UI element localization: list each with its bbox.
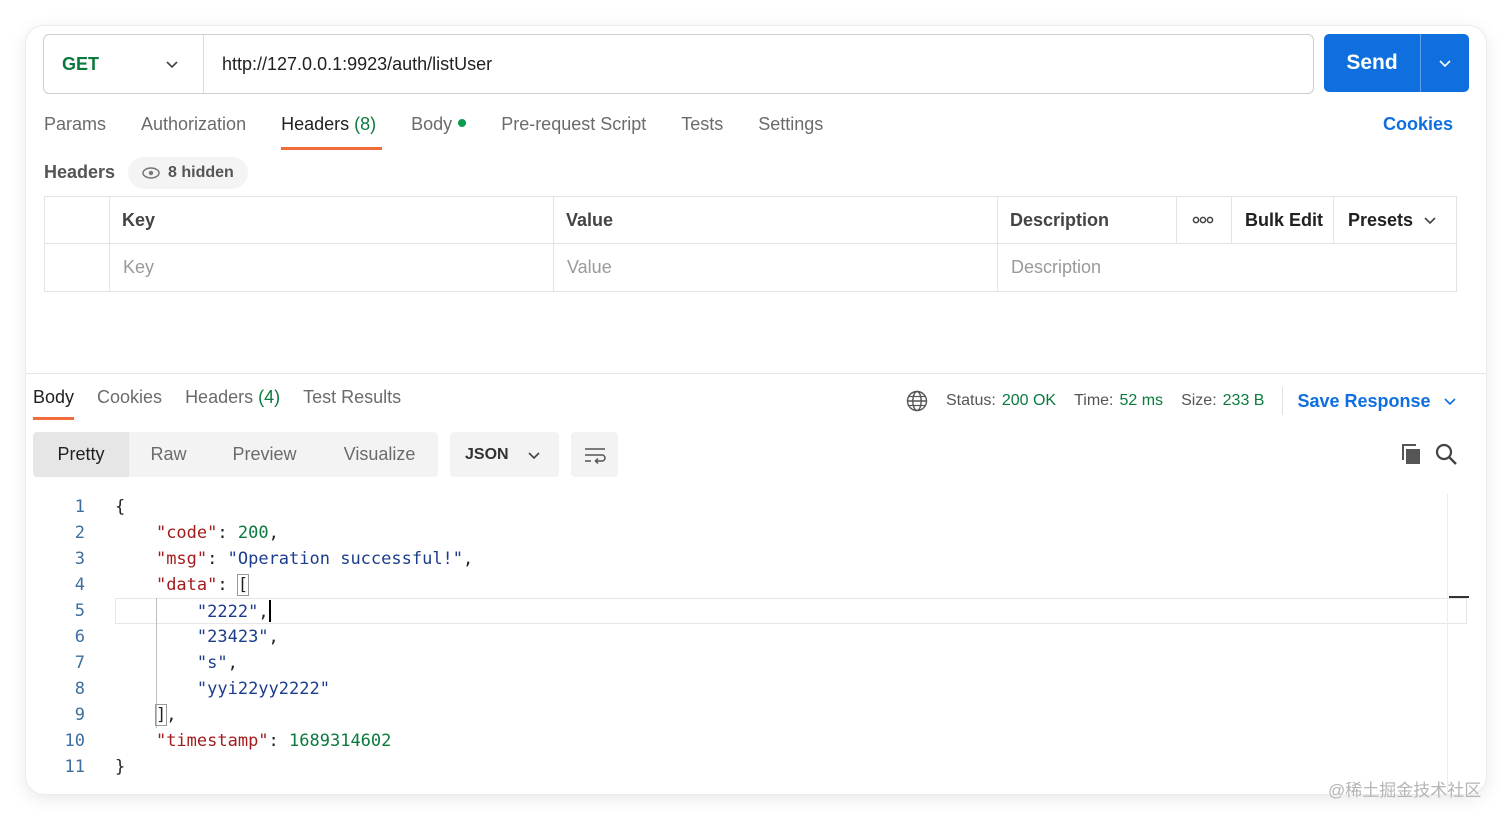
line-number: 3: [74, 549, 85, 569]
watermark: @稀土掘金技术社区: [1328, 781, 1482, 800]
tab-response-body[interactable]: Body: [33, 387, 75, 420]
cookies-link[interactable]: Cookies: [1383, 114, 1453, 135]
format-label: JSON: [465, 445, 509, 463]
line-number: 9: [74, 705, 85, 725]
response-meta: Status: 200 OK Time: 52 ms Size: 233 B S…: [906, 387, 1457, 415]
save-response-label: Save Response: [1297, 390, 1431, 411]
presets-label: Presets: [1348, 209, 1414, 230]
status-label: Status:: [946, 392, 996, 409]
tab-pre-request-script[interactable]: Pre-request Script: [501, 114, 646, 142]
url-input[interactable]: http://127.0.0.1:9923/auth/listUser: [204, 54, 492, 75]
size-value[interactable]: 233 B: [1223, 392, 1265, 410]
status-value[interactable]: 200 OK: [1002, 392, 1056, 410]
save-response-button[interactable]: Save Response: [1297, 391, 1456, 412]
code-line: 8 "yyi22yy2222": [26, 676, 1466, 702]
description-input[interactable]: Description: [1011, 244, 1101, 291]
tab-params[interactable]: Params: [44, 114, 106, 142]
copy-icon[interactable]: [1399, 442, 1423, 466]
line-number: 10: [64, 731, 85, 751]
format-select[interactable]: JSON: [450, 432, 559, 477]
line-number: 11: [64, 757, 85, 777]
url-bar: GET http://127.0.0.1:9923/auth/listUser: [43, 34, 1314, 94]
response-divider: [26, 373, 1486, 374]
body-indicator-dot: [458, 119, 467, 127]
send-options-button[interactable]: [1421, 34, 1469, 92]
view-pretty[interactable]: Pretty: [33, 432, 129, 477]
value-input[interactable]: Value: [567, 244, 612, 291]
response-tabs: Body Cookies Headers (4) Test Results: [33, 387, 424, 420]
size-label: Size:: [1181, 392, 1217, 409]
send-button-group: Send: [1324, 34, 1469, 92]
postman-window: GET http://127.0.0.1:9923/auth/listUser …: [26, 26, 1486, 794]
divider: [1282, 387, 1284, 415]
code-line: 7 "s",: [26, 650, 1466, 676]
tab-body[interactable]: Body: [411, 114, 467, 142]
tab-headers[interactable]: Headers (8): [281, 114, 383, 150]
code-line: 1 {: [26, 494, 1466, 520]
headers-section-label: Headers: [44, 162, 116, 182]
line-number: 2: [74, 523, 85, 543]
response-body-editor[interactable]: 1 { 2 "code": 200, 3 "msg": "Operation s…: [26, 494, 1466, 794]
view-visualize[interactable]: Visualize: [321, 432, 438, 477]
headers-count: (8): [354, 114, 377, 134]
more-options-icon[interactable]: [1192, 197, 1214, 243]
table-header-row: Key Value Description Bulk Edit Presets: [45, 197, 1456, 244]
eye-icon: [142, 167, 160, 179]
hidden-count-label: 8 hidden: [168, 164, 234, 181]
method-label: GET: [62, 53, 100, 74]
wrap-lines-button[interactable]: [571, 432, 618, 477]
code-line: 6 "23423",: [26, 624, 1466, 650]
table-row: Key Value Description: [45, 244, 1456, 291]
hidden-headers-toggle[interactable]: 8 hidden: [128, 157, 248, 189]
tab-response-cookies[interactable]: Cookies: [97, 387, 162, 408]
presets-dropdown[interactable]: Presets: [1348, 197, 1437, 243]
chevron-down-icon: [1443, 398, 1456, 406]
code-line: 2 "code": 200,: [26, 520, 1466, 546]
view-raw[interactable]: Raw: [129, 432, 208, 477]
chevron-down-icon: [528, 451, 540, 459]
line-number: 6: [74, 627, 85, 647]
tab-test-results[interactable]: Test Results: [303, 387, 401, 408]
view-preview[interactable]: Preview: [208, 432, 321, 477]
code-line: 5 "2222",: [26, 598, 1466, 624]
time-label: Time:: [1074, 392, 1114, 409]
line-number: 5: [74, 601, 85, 621]
wrap-text-icon: [584, 447, 606, 464]
text-caret: [268, 600, 271, 622]
headers-table: Key Value Description Bulk Edit Presets …: [44, 196, 1457, 292]
line-number: 7: [74, 653, 85, 673]
key-input[interactable]: Key: [123, 244, 154, 291]
method-select[interactable]: GET: [44, 35, 204, 93]
column-value: Value: [566, 209, 614, 230]
globe-icon[interactable]: [906, 390, 928, 412]
code-line: 10 "timestamp": 1689314602: [26, 728, 1466, 754]
tab-response-headers[interactable]: Headers (4): [185, 387, 280, 408]
code-line: 11 }: [26, 754, 1466, 780]
line-number: 4: [74, 575, 85, 595]
tab-settings[interactable]: Settings: [758, 114, 823, 142]
chevron-down-icon: [1439, 60, 1451, 68]
code-line: 4 "data": [: [26, 572, 1466, 598]
search-icon[interactable]: [1434, 442, 1458, 466]
tab-tests[interactable]: Tests: [681, 114, 723, 142]
tab-authorization[interactable]: Authorization: [141, 114, 246, 142]
time-value[interactable]: 52 ms: [1119, 392, 1163, 410]
column-key: Key: [122, 209, 156, 230]
bulk-edit-button[interactable]: Bulk Edit: [1245, 197, 1323, 243]
send-button[interactable]: Send: [1324, 34, 1421, 92]
line-number: 8: [74, 679, 85, 699]
view-mode-toggle: Pretty Raw Preview Visualize: [33, 432, 438, 477]
chevron-down-icon: [166, 61, 178, 69]
chevron-down-icon: [1424, 217, 1436, 225]
code-line: 3 "msg": "Operation successful!",: [26, 546, 1466, 572]
line-number: 1: [74, 497, 85, 517]
column-description: Description: [1010, 209, 1110, 230]
code-line: 9 ],: [26, 702, 1466, 728]
request-tabs: Params Authorization Headers (8) Body Pr…: [44, 114, 858, 150]
